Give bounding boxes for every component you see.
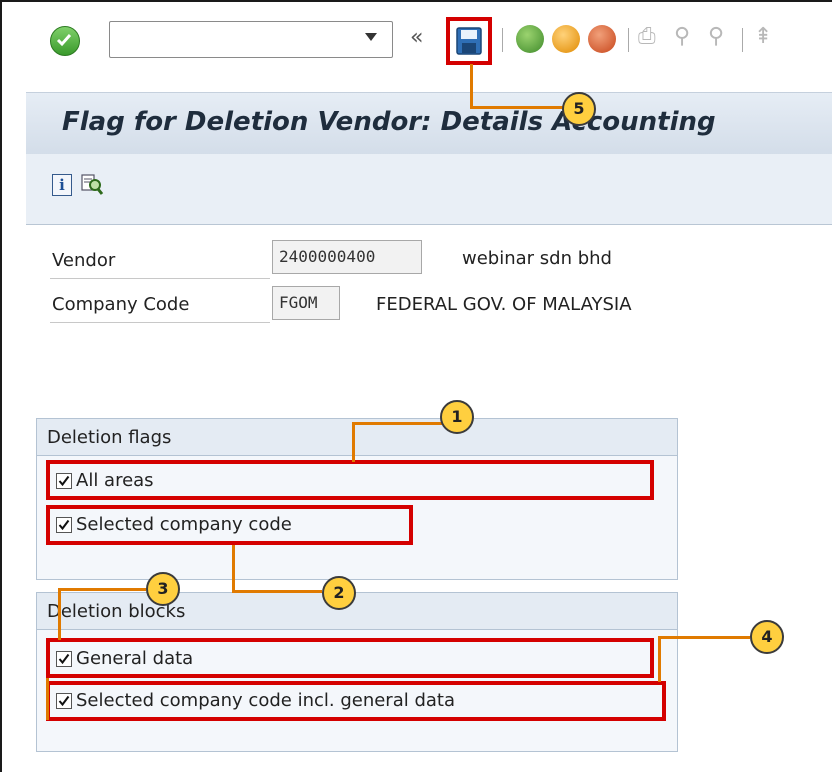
company-code-label: Company Code (52, 294, 190, 315)
title-bar: Flag for Deletion Vendor: Details Accoun… (26, 92, 832, 155)
first-page-icon[interactable]: ⇞ (754, 24, 772, 49)
company-code-field[interactable]: FGOM (272, 286, 340, 320)
find-icon[interactable]: ⚲ (674, 24, 690, 49)
callout-4: 4 (750, 620, 784, 654)
application-toolbar: i (26, 154, 832, 225)
command-field[interactable] (109, 21, 393, 58)
print-icon[interactable]: ⎙ (638, 24, 656, 49)
callout-connector (470, 64, 473, 108)
toolbar-separator (628, 28, 629, 52)
callout-connector (232, 590, 322, 593)
page-title: Flag for Deletion Vendor: Details Accoun… (62, 107, 716, 137)
other-object-icon[interactable] (80, 172, 104, 200)
collapse-arrow-icon[interactable]: « (410, 25, 423, 50)
vendor-label: Vendor (52, 250, 116, 271)
find-next-icon[interactable]: ⚲ (708, 24, 724, 49)
cancel-icon[interactable] (588, 25, 616, 53)
company-code-description: FEDERAL GOV. OF MALAYSIA (376, 294, 632, 315)
back-icon[interactable] (516, 25, 544, 53)
callout-connector (658, 636, 661, 682)
callout-connector (58, 588, 61, 640)
callout-connector (470, 106, 570, 109)
vendor-description: webinar sdn bhd (462, 248, 612, 269)
callout-connector (352, 422, 442, 425)
chevron-down-icon[interactable] (365, 33, 377, 41)
highlight-box (46, 681, 666, 721)
save-icon (456, 27, 482, 55)
callout-connector (232, 545, 235, 591)
group-title: Deletion flags (47, 427, 172, 448)
info-icon[interactable]: i (52, 174, 72, 196)
callout-connector (58, 588, 146, 591)
callout-3: 3 (146, 572, 180, 606)
toolbar-separator (742, 28, 743, 52)
highlight-box (46, 460, 654, 500)
save-button[interactable] (446, 17, 492, 65)
divider (50, 278, 270, 279)
highlight-box (46, 505, 413, 545)
callout-connector (658, 636, 750, 639)
sap-window: « ⎙ ⚲ ⚲ ⇞ Flag for Deletion Vendor: Deta… (0, 0, 832, 772)
callout-connector (352, 422, 355, 462)
vendor-field[interactable]: 2400000400 (272, 240, 422, 274)
callout-2: 2 (322, 576, 356, 610)
exit-icon[interactable] (552, 25, 580, 53)
callout-5: 5 (562, 92, 596, 126)
divider (50, 322, 270, 323)
toolbar-separator (502, 28, 503, 52)
enter-check-icon[interactable] (50, 26, 80, 56)
group-header: Deletion blocks (37, 593, 677, 630)
standard-toolbar: « ⎙ ⚲ ⚲ ⇞ (2, 2, 832, 78)
callout-1: 1 (440, 400, 474, 434)
callout-connector (46, 678, 49, 720)
highlight-box (46, 638, 654, 678)
